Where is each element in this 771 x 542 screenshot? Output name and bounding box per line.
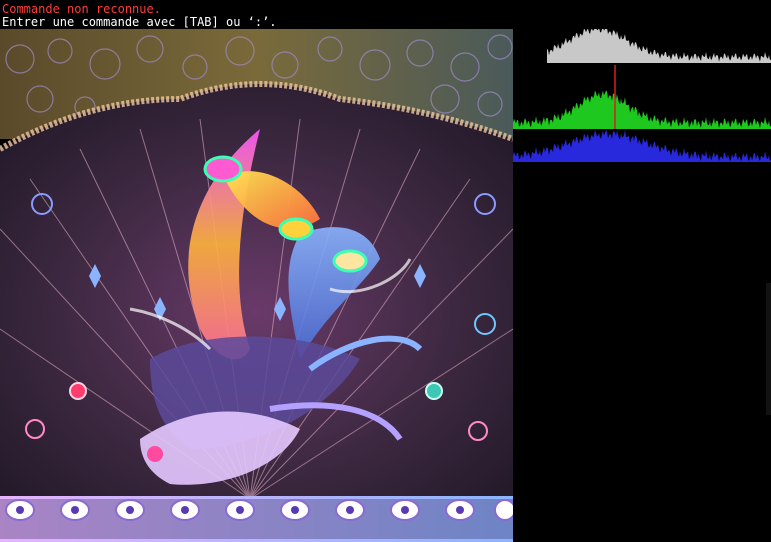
- histogram-green: [513, 90, 771, 129]
- image-canvas[interactable]: [0, 29, 513, 542]
- phoenix-image: [0, 29, 513, 542]
- error-message: Commande non reconnue.: [2, 2, 161, 16]
- histogram-panel: [513, 29, 771, 164]
- histogram-luminance: [547, 29, 771, 63]
- command-hint: Entrer une commande avec [TAB] ou ‘:’.: [2, 15, 277, 29]
- histogram-blue: [513, 130, 771, 162]
- scroll-edge: [766, 283, 771, 415]
